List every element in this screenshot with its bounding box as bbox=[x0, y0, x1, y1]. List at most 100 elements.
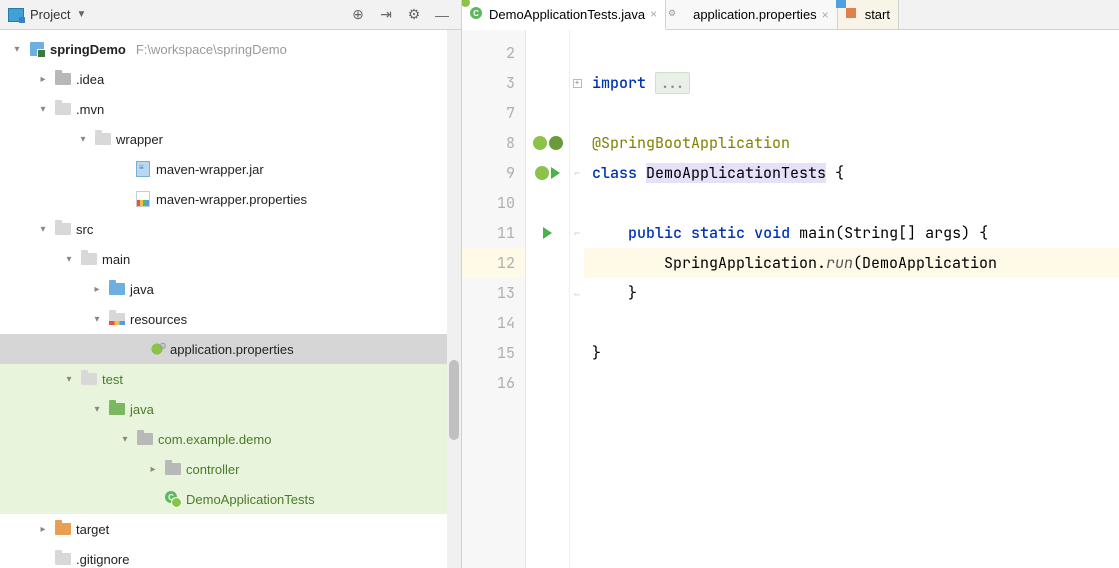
line-number[interactable]: 12 bbox=[462, 248, 525, 278]
tree-item[interactable]: ▸.gitignore bbox=[0, 544, 461, 568]
folder-icon bbox=[81, 253, 97, 265]
tree-root[interactable]: ▾ springDemo F:\workspace\springDemo bbox=[0, 34, 461, 64]
chevron-down-icon[interactable]: ▾ bbox=[76, 134, 90, 145]
tree-item-label: .mvn bbox=[76, 102, 104, 117]
tree-item[interactable]: ▸ controller bbox=[0, 454, 461, 484]
spring-leaf-icon[interactable] bbox=[549, 136, 563, 150]
sidebar-header: Project ▼ ⊕ ⇥ ⚙ — bbox=[0, 0, 461, 30]
line-number[interactable]: 2 bbox=[462, 38, 525, 68]
spring-bean-icon[interactable] bbox=[535, 166, 549, 180]
spring-properties-icon bbox=[149, 341, 165, 357]
tree-item-label: java bbox=[130, 402, 154, 417]
line-number[interactable]: 14 bbox=[462, 308, 525, 338]
tree-item[interactable]: ▾ src bbox=[0, 214, 461, 244]
folder-icon bbox=[55, 73, 71, 85]
run-icon[interactable] bbox=[543, 227, 552, 239]
tree-item-label: resources bbox=[130, 312, 187, 327]
chevron-down-icon[interactable]: ▾ bbox=[90, 404, 104, 415]
tree-item[interactable]: ▸maven-wrapper.properties bbox=[0, 184, 461, 214]
module-icon bbox=[30, 42, 44, 56]
tree-item[interactable]: ▸.idea bbox=[0, 64, 461, 94]
line-gutter[interactable]: 2378910111213141516 bbox=[462, 30, 526, 568]
chevron-right-icon[interactable]: ▸ bbox=[146, 464, 160, 475]
code-line bbox=[584, 38, 1119, 68]
chevron-right-icon[interactable]: ▸ bbox=[36, 524, 50, 535]
tree-item[interactable]: ▾ .mvn bbox=[0, 94, 461, 124]
line-number[interactable]: 3 bbox=[462, 68, 525, 98]
fold-strip[interactable]: + ⌐ ⌐ ⌙ bbox=[570, 30, 584, 568]
chevron-down-icon[interactable]: ▾ bbox=[62, 374, 76, 385]
folder-icon bbox=[55, 103, 71, 115]
project-tree[interactable]: ▾ springDemo F:\workspace\springDemo ▸.i… bbox=[0, 30, 461, 568]
line-number[interactable]: 13 bbox=[462, 278, 525, 308]
chevron-right-icon[interactable]: ▸ bbox=[36, 74, 50, 85]
tree-item[interactable]: ▾com.example.demo bbox=[0, 424, 461, 454]
spring-class-icon bbox=[165, 491, 181, 507]
tree-item[interactable]: ▸java bbox=[0, 274, 461, 304]
chevron-down-icon[interactable]: ▾ bbox=[36, 224, 50, 235]
line-number[interactable]: 7 bbox=[462, 98, 525, 128]
tree-item-label: src bbox=[76, 222, 93, 237]
folder-icon bbox=[55, 523, 71, 535]
line-number[interactable]: 9 bbox=[462, 158, 525, 188]
tree-item-label: main bbox=[102, 252, 130, 267]
scrollbar-thumb[interactable] bbox=[449, 360, 459, 440]
tree-item-label: application.properties bbox=[170, 342, 294, 357]
line-number[interactable]: 15 bbox=[462, 338, 525, 368]
tree-scrollbar[interactable] bbox=[447, 30, 461, 568]
minimize-icon[interactable]: — bbox=[431, 4, 453, 26]
spring-bean-icon[interactable] bbox=[533, 136, 547, 150]
tree-item[interactable]: ▸target bbox=[0, 514, 461, 544]
editor-tabs: DemoApplicationTests.java × application.… bbox=[462, 0, 1119, 30]
tree-item[interactable]: ▸maven-wrapper.jar bbox=[0, 154, 461, 184]
chevron-down-icon[interactable]: ▾ bbox=[36, 104, 50, 115]
folded-region[interactable]: ... bbox=[655, 72, 690, 94]
tree-item[interactable]: ▾ main bbox=[0, 244, 461, 274]
line-number[interactable]: 11 bbox=[462, 218, 525, 248]
line-number[interactable]: 16 bbox=[462, 368, 525, 398]
folder-icon bbox=[109, 283, 125, 295]
fold-expand-icon[interactable]: + bbox=[573, 79, 582, 88]
close-icon[interactable]: × bbox=[822, 8, 829, 22]
tree-item[interactable]: ▾ wrapper bbox=[0, 124, 461, 154]
code-area[interactable]: import ... @SpringBootApplication class … bbox=[584, 30, 1119, 568]
chevron-right-icon[interactable]: ▸ bbox=[90, 284, 104, 295]
folder-icon bbox=[109, 403, 125, 415]
editor-body[interactable]: 2378910111213141516 + ⌐ bbox=[462, 30, 1119, 568]
tab-app-properties[interactable]: application.properties × bbox=[666, 0, 838, 29]
collapse-icon[interactable]: ⇥ bbox=[375, 4, 397, 26]
folder-icon bbox=[95, 133, 111, 145]
dropdown-arrow-icon[interactable]: ▼ bbox=[76, 9, 86, 20]
tree-item[interactable]: ▸DemoApplicationTests bbox=[0, 484, 461, 514]
chevron-down-icon[interactable]: ▾ bbox=[118, 434, 132, 445]
project-sidebar: Project ▼ ⊕ ⇥ ⚙ — ▾ springDemo F:\worksp… bbox=[0, 0, 462, 568]
folder-icon bbox=[81, 373, 97, 385]
run-icon[interactable] bbox=[551, 167, 560, 179]
chevron-down-icon[interactable]: ▾ bbox=[62, 254, 76, 265]
tab-start[interactable]: start bbox=[838, 0, 899, 29]
root-name: springDemo bbox=[50, 42, 126, 57]
tab-demo-tests[interactable]: DemoApplicationTests.java × bbox=[462, 0, 666, 30]
tree-item[interactable]: ▸application.properties bbox=[0, 334, 461, 364]
project-dropdown-label[interactable]: Project bbox=[30, 7, 70, 22]
close-icon[interactable]: × bbox=[650, 7, 657, 21]
tree-item-label: controller bbox=[186, 462, 239, 477]
tree-item[interactable]: ▾ resources bbox=[0, 304, 461, 334]
chevron-down-icon[interactable]: ▾ bbox=[90, 314, 104, 325]
tree-item[interactable]: ▾ java bbox=[0, 394, 461, 424]
line-number[interactable]: 10 bbox=[462, 188, 525, 218]
project-icon bbox=[8, 8, 24, 22]
chevron-down-icon[interactable]: ▾ bbox=[10, 44, 24, 55]
tree-item-label: test bbox=[102, 372, 123, 387]
gutter-icons[interactable] bbox=[526, 30, 570, 568]
code-line: @SpringBootApplication bbox=[584, 128, 1119, 158]
code-line bbox=[584, 98, 1119, 128]
tree-item-label: .gitignore bbox=[76, 552, 129, 567]
settings-icon[interactable]: ⚙ bbox=[403, 4, 425, 26]
code-line bbox=[584, 188, 1119, 218]
locate-icon[interactable]: ⊕ bbox=[347, 4, 369, 26]
tree-item-label: wrapper bbox=[116, 132, 163, 147]
line-number[interactable]: 8 bbox=[462, 128, 525, 158]
tree-item[interactable]: ▾ test bbox=[0, 364, 461, 394]
code-line bbox=[584, 308, 1119, 338]
